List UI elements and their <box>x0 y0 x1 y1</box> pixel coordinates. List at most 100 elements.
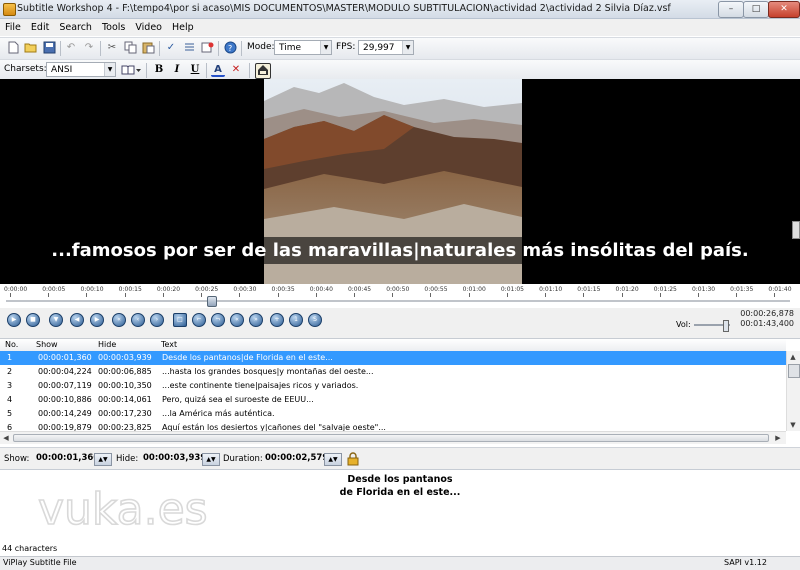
hscroll-thumb[interactable] <box>13 434 769 442</box>
forward-icon[interactable]: ▶ <box>90 313 104 327</box>
column-header-no[interactable]: No. <box>5 340 18 349</box>
list-vertical-scrollbar[interactable]: ▲ ▼ <box>786 351 800 431</box>
volume-slider[interactable] <box>694 320 730 332</box>
menu-file[interactable]: File <box>0 19 26 36</box>
end-subtitle-icon[interactable]: » <box>249 313 263 327</box>
show-time-input[interactable]: 00:00:01,360 <box>36 453 99 463</box>
table-row[interactable]: 6 00:00:19,879 00:00:23,825 Aquí están l… <box>0 421 786 431</box>
table-row[interactable]: 3 00:00:07,119 00:00:10,350 ...este cont… <box>0 379 786 393</box>
play-icon[interactable]: ▶ <box>7 313 21 327</box>
prev-frame-icon[interactable]: ‹ <box>131 313 145 327</box>
scroll-left-icon[interactable]: ◀ <box>0 432 12 444</box>
speech-icon[interactable]: S <box>308 313 322 327</box>
close-button[interactable]: ✕ <box>768 1 800 18</box>
maximize-button[interactable]: □ <box>743 1 769 18</box>
column-header-hide[interactable]: Hide <box>98 340 116 349</box>
fps-select[interactable]: 29,997 ▼ <box>358 40 414 55</box>
set-start-icon[interactable]: ⌐ <box>192 313 206 327</box>
prev-subtitle-icon[interactable]: « <box>112 313 126 327</box>
timeline-tick-label: 0:00:30 <box>233 286 257 293</box>
row-hide: 00:00:03,939 <box>98 353 152 362</box>
menu-edit[interactable]: Edit <box>26 19 54 36</box>
spellcheck-icon[interactable]: ✓ <box>164 41 178 55</box>
timeline-tick <box>545 293 547 297</box>
menu-tools[interactable]: Tools <box>97 19 130 36</box>
menu-help[interactable]: Help <box>167 19 199 36</box>
preview-icon[interactable] <box>255 63 271 79</box>
table-row[interactable]: 2 00:00:04,224 00:00:06,885 ...hasta los… <box>0 365 786 379</box>
remove-tags-button[interactable]: ✕ <box>229 63 243 77</box>
timeline-tick-label: 0:00:35 <box>271 286 295 293</box>
duration-spinner[interactable]: ▲▼ <box>324 453 342 466</box>
mode-label: Mode: <box>247 42 275 52</box>
timeline-tick-label: 0:00:20 <box>156 286 181 293</box>
table-row[interactable]: 5 00:00:14,249 00:00:17,230 ...la Améric… <box>0 407 786 421</box>
charset-select[interactable]: ANSI ▼ <box>46 62 116 77</box>
undo-icon[interactable]: ↶ <box>64 41 78 55</box>
stop-icon[interactable]: ■ <box>26 313 40 327</box>
column-header-text[interactable]: Text <box>161 340 177 349</box>
scroll-up-icon[interactable]: ▲ <box>787 351 799 363</box>
timeline-tick-label: 0:01:10 <box>539 286 563 293</box>
table-row[interactable]: 4 00:00:10,886 00:00:14,061 Pero, quizá … <box>0 393 786 407</box>
hide-spinner[interactable]: ▲▼ <box>202 453 220 466</box>
seek-thumb[interactable] <box>207 296 218 307</box>
hide-time-input[interactable]: 00:00:03,939 <box>143 453 206 463</box>
list-scroll-thumb[interactable] <box>788 364 800 378</box>
video-preview[interactable]: ...famosos por ser de las maravillas|nat… <box>0 79 800 284</box>
timeline-tick <box>162 293 164 297</box>
start-subtitle-icon[interactable]: « <box>230 313 244 327</box>
editor-line-1: Desde los pantanos <box>347 474 453 485</box>
window-title: Subtitle Workshop 4 - F:\tempo4\por si a… <box>17 3 671 14</box>
row-text: ...la América más auténtica. <box>162 409 275 418</box>
video-scroll-thumb[interactable] <box>792 221 800 239</box>
text-color-button[interactable]: A <box>211 63 225 77</box>
fps-value: 29,997 <box>363 43 395 53</box>
seek-track[interactable] <box>6 300 790 302</box>
menu-video[interactable]: Video <box>130 19 167 36</box>
redo-icon[interactable]: ↷ <box>82 41 96 55</box>
italic-button[interactable]: I <box>170 63 184 77</box>
open-folder-icon[interactable] <box>24 41 38 55</box>
video-scrollbar[interactable] <box>790 79 800 284</box>
list-horizontal-scrollbar[interactable]: ◀ ▶ <box>0 431 786 444</box>
new-file-icon[interactable] <box>6 41 20 55</box>
current-time: 00:00:26,878 <box>740 309 794 318</box>
timeline-tick <box>736 293 738 297</box>
lock-icon[interactable] <box>346 452 360 469</box>
save-icon[interactable] <box>42 41 56 55</box>
row-text: ...este continente tiene|paisajes ricos … <box>162 381 359 390</box>
underline-button[interactable]: U <box>188 63 202 77</box>
paste-icon[interactable] <box>141 41 155 55</box>
show-spinner[interactable]: ▲▼ <box>94 453 112 466</box>
next-frame-icon[interactable]: › <box>150 313 164 327</box>
add-subtitle-icon[interactable]: + <box>270 313 284 327</box>
scroll-right-icon[interactable]: ▶ <box>772 432 784 444</box>
back-icon[interactable]: ◀ <box>70 313 84 327</box>
rewind-icon[interactable]: ▼ <box>49 313 63 327</box>
charset-value: ANSI <box>51 65 73 75</box>
list-icon[interactable] <box>182 41 196 55</box>
help-icon[interactable]: ? <box>223 41 237 55</box>
scroll-down-icon[interactable]: ▼ <box>787 419 799 431</box>
copy-icon[interactable] <box>123 41 137 55</box>
duration-input[interactable]: 00:00:02,579 <box>265 453 328 463</box>
translate-icon[interactable] <box>200 41 214 55</box>
sync-icon[interactable]: 1 <box>289 313 303 327</box>
book-dropdown-icon[interactable] <box>120 63 142 77</box>
timeline-tick <box>201 293 203 297</box>
mode-select[interactable]: Time ▼ <box>274 40 332 55</box>
column-header-show[interactable]: Show <box>36 340 58 349</box>
svg-text:?: ? <box>228 44 232 53</box>
bold-button[interactable]: B <box>152 63 166 77</box>
timeline[interactable]: 0:00:00 0:00:05 0:00:10 0:00:15 0:00:20 0:00:… <box>0 284 800 308</box>
minimize-button[interactable]: – <box>718 1 744 18</box>
volume-thumb[interactable] <box>722 320 729 332</box>
cut-icon[interactable]: ✂ <box>105 41 119 55</box>
timeline-tick <box>659 293 661 297</box>
set-end-icon[interactable]: ¬ <box>211 313 225 327</box>
row-text: Desde los pantanos|de Florida en el este… <box>162 353 333 362</box>
menu-search[interactable]: Search <box>54 19 97 36</box>
table-row[interactable]: 1 00:00:01,360 00:00:03,939 Desde los pa… <box>0 351 786 365</box>
fullscreen-icon[interactable]: □ <box>173 313 187 327</box>
